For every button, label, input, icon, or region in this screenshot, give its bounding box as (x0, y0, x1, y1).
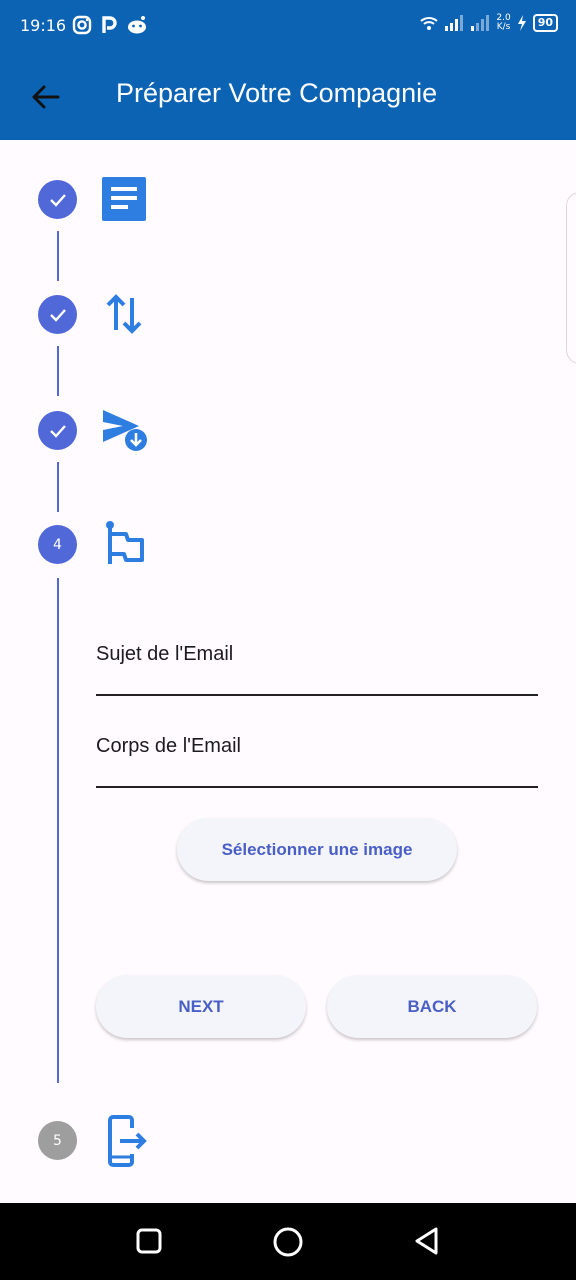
network-speed: 2.0 K/s (496, 13, 511, 32)
swap-vertical-icon[interactable] (106, 292, 142, 336)
back-button[interactable]: BACK (327, 975, 537, 1038)
back-label: BACK (407, 996, 457, 1016)
reddit-icon (128, 16, 146, 34)
app-bar: Préparer Votre Compagnie (0, 52, 576, 140)
step-connector (57, 346, 59, 396)
check-icon (49, 308, 66, 322)
step-3-indicator[interactable] (38, 411, 77, 450)
system-nav-bar (0, 1203, 576, 1280)
recent-apps-icon[interactable] (134, 1226, 164, 1256)
step-connector (57, 231, 59, 281)
page-title: Préparer Votre Compagnie (116, 78, 438, 108)
wifi-icon (420, 17, 439, 30)
side-panel-edge (566, 192, 576, 364)
step-1-indicator[interactable] (38, 180, 77, 219)
status-time: 19:16 (20, 16, 67, 35)
charging-icon (517, 15, 526, 31)
next-label: NEXT (178, 996, 224, 1016)
step-5-indicator[interactable]: 5 (38, 1121, 77, 1160)
check-icon (49, 193, 66, 207)
next-button[interactable]: NEXT (96, 975, 306, 1038)
select-image-button[interactable]: Sélectionner une image (177, 818, 457, 881)
home-icon[interactable] (272, 1226, 304, 1258)
flag-icon[interactable] (104, 520, 146, 566)
step-connector (57, 578, 59, 1083)
email-subject-field[interactable]: Sujet de l'Email (96, 624, 538, 696)
step-4-indicator[interactable]: 4 (38, 525, 77, 564)
arrow-back-icon[interactable] (28, 80, 62, 114)
nav-back-icon[interactable] (412, 1226, 442, 1256)
exit-phone-icon[interactable] (106, 1114, 150, 1168)
select-image-label: Sélectionner une image (221, 839, 413, 859)
email-body-label: Corps de l'Email (96, 735, 241, 757)
document-icon[interactable] (102, 177, 146, 221)
battery-icon: 90 (532, 14, 558, 32)
send-download-icon[interactable] (101, 408, 149, 454)
status-bar: 19:16 2.0 K/s 90 (0, 0, 576, 52)
instagram-icon (72, 15, 92, 35)
check-icon (49, 424, 66, 438)
p-icon (102, 16, 117, 33)
signal-icon (471, 15, 490, 31)
signal-icon (445, 15, 464, 31)
step-connector (57, 462, 59, 512)
step-2-indicator[interactable] (38, 295, 77, 334)
email-body-field[interactable]: Corps de l'Email (96, 716, 538, 788)
email-subject-label: Sujet de l'Email (96, 643, 234, 665)
